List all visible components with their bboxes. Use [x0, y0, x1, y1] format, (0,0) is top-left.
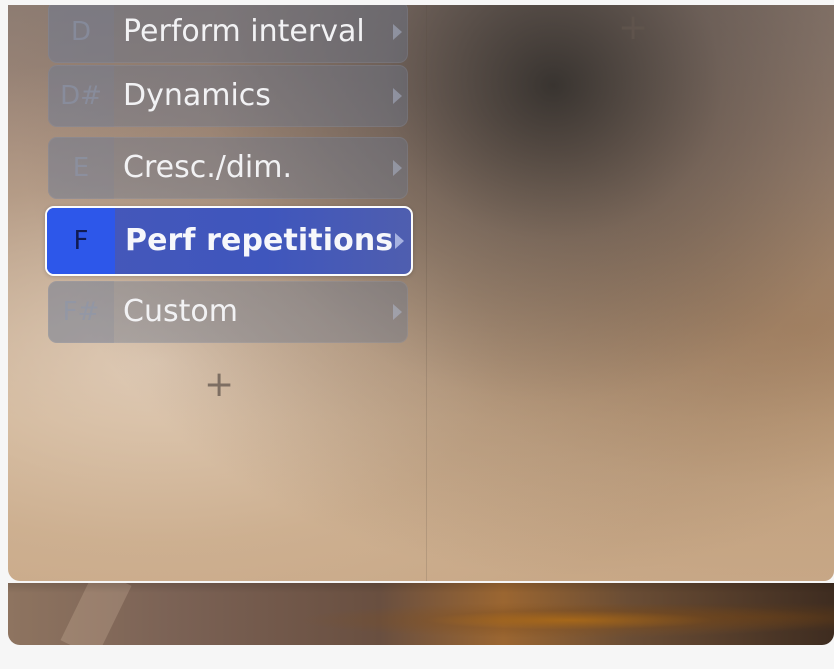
- menu-item-custom[interactable]: F# Custom: [48, 281, 408, 343]
- note-key-label: D: [48, 5, 114, 63]
- menu-item-cresc-dim[interactable]: E Cresc./dim.: [48, 137, 408, 199]
- menu-item-label: Perform interval: [123, 14, 365, 49]
- menu-item-label: Perf repetitions: [125, 223, 394, 258]
- chevron-right-icon: [393, 304, 402, 320]
- bottom-image-strip: [8, 583, 834, 645]
- note-key-label: F: [47, 208, 115, 274]
- chevron-right-icon: [395, 233, 404, 249]
- menu-item-label: Custom: [123, 294, 238, 329]
- main-panel: + D Perform interval D# Dynamics E Cresc…: [8, 5, 834, 581]
- menu-item-label: Cresc./dim.: [123, 150, 292, 185]
- menu-item-perf-repetitions-selected[interactable]: F Perf repetitions: [45, 206, 413, 276]
- column-divider: [426, 5, 427, 581]
- note-key-label: E: [48, 137, 114, 199]
- menu-item-label: Dynamics: [123, 78, 271, 113]
- add-item-plus-icon[interactable]: +: [204, 367, 234, 403]
- note-key-label: F#: [48, 281, 114, 343]
- menu-item-dynamics[interactable]: D# Dynamics: [48, 65, 408, 127]
- note-key-label: D#: [48, 65, 114, 127]
- chevron-right-icon: [393, 88, 402, 104]
- menu-item-perform-interval[interactable]: D Perform interval: [48, 5, 408, 63]
- app-screen: + D Perform interval D# Dynamics E Cresc…: [0, 0, 834, 669]
- chevron-right-icon: [393, 160, 402, 176]
- chevron-right-icon: [393, 24, 402, 40]
- add-column-plus-icon[interactable]: +: [618, 10, 648, 46]
